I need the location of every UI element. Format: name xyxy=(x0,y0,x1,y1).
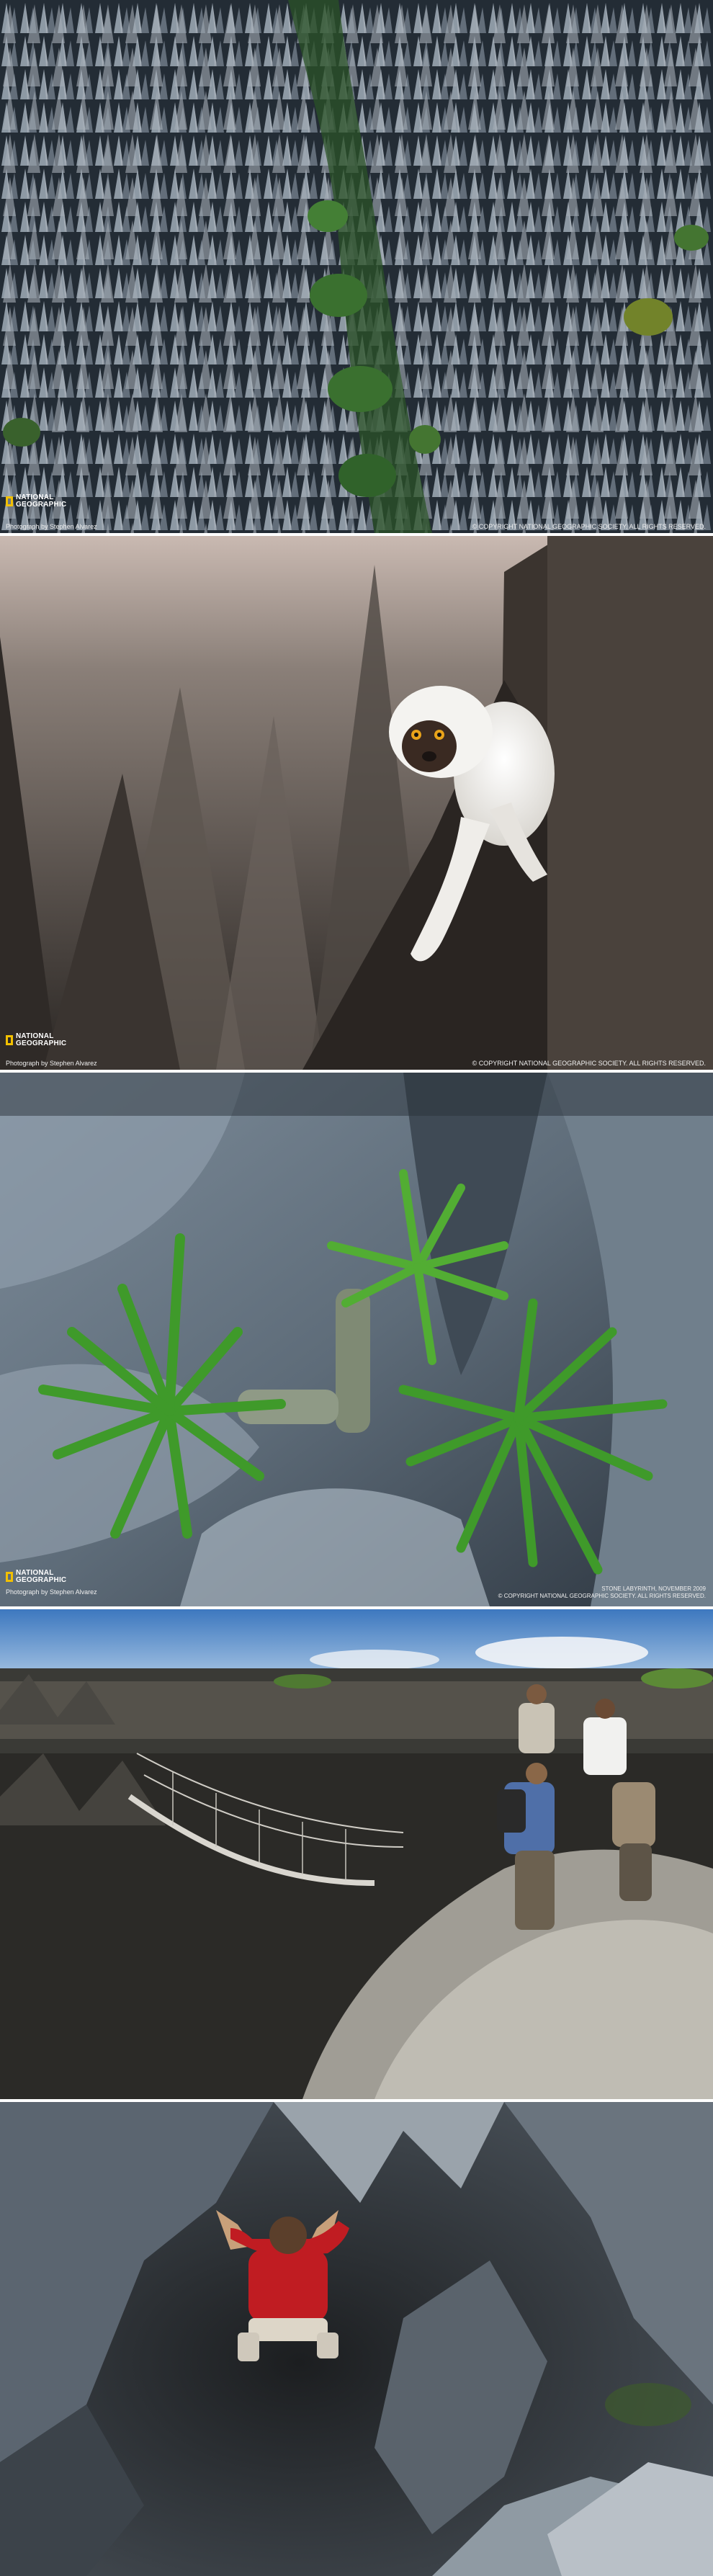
photo-panel-aerial-tsingy: NATIONAL GEOGRAPHIC Photograph by Stephe… xyxy=(0,0,713,533)
national-geographic-logo: NATIONAL GEOGRAPHIC xyxy=(6,494,69,509)
aerial-tsingy-photo xyxy=(0,0,713,533)
copyright-block: STONE LABYRINTH, NOVEMBER 2009 © COPYRIG… xyxy=(498,1586,706,1600)
copyright-notice: © COPYRIGHT NATIONAL GEOGRAPHIC SOCIETY.… xyxy=(472,523,706,530)
national-geographic-logo: NATIONAL GEOGRAPHIC xyxy=(6,1033,69,1047)
photo-credit: Photograph by Stephen Alvarez xyxy=(6,1588,97,1596)
succulent-plants-photo xyxy=(0,1073,713,1606)
photo-credit: Photograph by Stephen Alvarez xyxy=(6,1060,97,1067)
copyright-notice: © COPYRIGHT NATIONAL GEOGRAPHIC SOCIETY.… xyxy=(472,1060,706,1067)
national-geographic-logo-icon xyxy=(6,1035,13,1045)
sifaka-lemur-photo xyxy=(0,536,713,1070)
national-geographic-logo-icon xyxy=(6,1572,13,1582)
logo-text: NATIONAL GEOGRAPHIC xyxy=(16,1032,67,1047)
photo-panel-succulent-plants: NATIONAL GEOGRAPHIC Photograph by Stephe… xyxy=(0,1073,713,1606)
national-geographic-logo-icon xyxy=(6,496,13,506)
logo-text: NATIONAL GEOGRAPHIC xyxy=(16,1569,67,1584)
photo-panel-sifaka-lemur: NATIONAL GEOGRAPHIC Photograph by Stephe… xyxy=(0,536,713,1070)
photo-panel-climber xyxy=(0,2102,713,2576)
photo-credit: Photograph by Stephen Alvarez xyxy=(6,523,97,530)
national-geographic-logo: NATIONAL GEOGRAPHIC xyxy=(6,1570,69,1584)
copyright-notice: © COPYRIGHT NATIONAL GEOGRAPHIC SOCIETY.… xyxy=(498,1593,706,1599)
story-title: STONE LABYRINTH, NOVEMBER 2009 xyxy=(601,1586,706,1592)
climber-photo xyxy=(0,2102,713,2576)
photo-panel-rope-bridge-hikers xyxy=(0,1609,713,2099)
rope-bridge-hikers-photo xyxy=(0,1609,713,2099)
logo-text: NATIONAL GEOGRAPHIC xyxy=(16,493,67,509)
